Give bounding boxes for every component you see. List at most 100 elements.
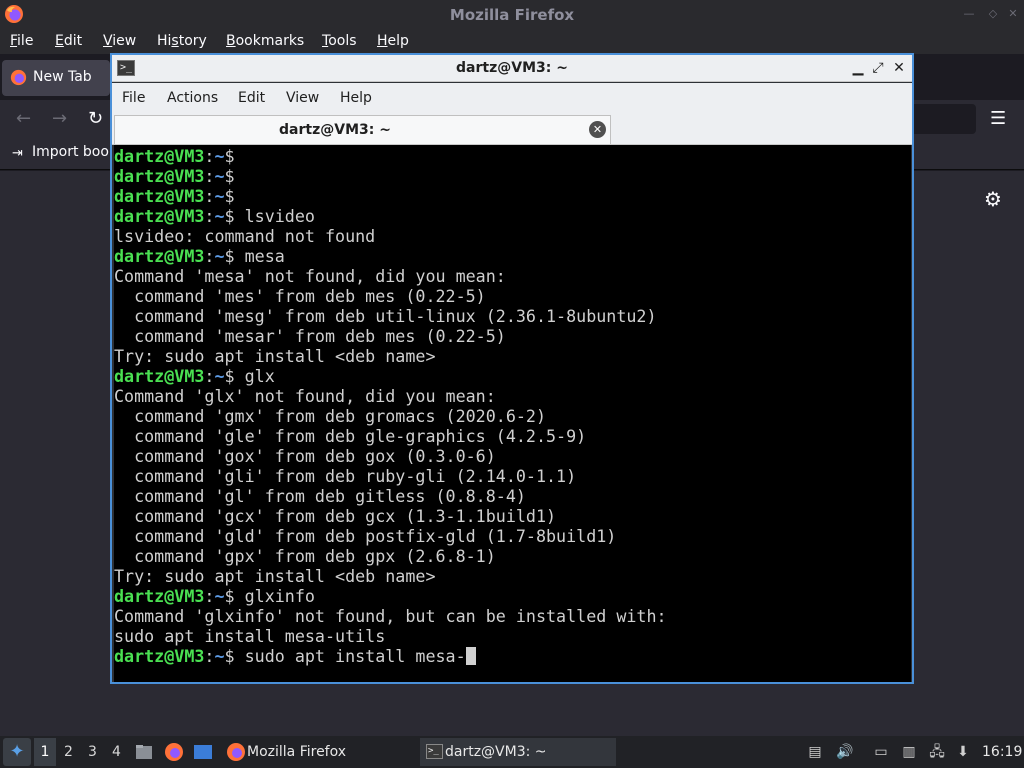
terminal-maximize-button[interactable]: ⤢ (870, 59, 886, 77)
command-text: glxinfo (234, 586, 315, 606)
output-line: command 'gli' from deb ruby-gli (2.14.0-… (114, 466, 577, 486)
notes-icon[interactable]: ▥ (900, 743, 918, 761)
command-text: lsvideo (234, 206, 315, 226)
output-line: command 'gmx' from deb gromacs (2020.6-2… (114, 406, 547, 426)
prompt-path: ~ (214, 646, 225, 666)
menu-tools[interactable]: Tools (322, 33, 357, 49)
firefox-launcher-icon[interactable] (164, 742, 184, 762)
prompt-user: dartz@VM3 (114, 366, 205, 386)
back-arrow-icon[interactable]: ← (16, 109, 31, 129)
prompt-symbol: $ (224, 166, 235, 186)
terminal-close-button[interactable]: ✕ (891, 59, 907, 77)
output-line: Try: sudo apt install <deb name> (114, 566, 436, 586)
gear-icon[interactable]: ⚙ (982, 188, 1004, 210)
workspace-1[interactable]: 1 (34, 738, 56, 766)
output-line: command 'gox' from deb gox (0.3.0-6) (114, 446, 496, 466)
terminal-tab-label: dartz@VM3: ~ (279, 122, 391, 138)
command-text: glx (234, 366, 275, 386)
prompt-user: dartz@VM3 (114, 166, 205, 186)
prompt-separator: : (204, 206, 215, 226)
prompt-line: dartz@VM3:~$ lsvideo (114, 206, 911, 226)
prompt-path: ~ (214, 366, 225, 386)
term-menu-actions[interactable]: Actions (167, 90, 218, 106)
import-bookmarks-link[interactable]: Import book (32, 144, 117, 160)
prompt-line: dartz@VM3:~$ (114, 146, 911, 166)
firefox-maximize-button[interactable]: ◇ (986, 7, 1000, 21)
terminal-window-title: dartz@VM3: ~ (456, 60, 568, 76)
menu-file-label: File (10, 33, 34, 49)
prompt-user: dartz@VM3 (114, 146, 205, 166)
menu-file[interactable]: File (10, 33, 33, 49)
output-line: command 'mesar' from deb mes (0.22-5) (114, 326, 506, 346)
desktop-icon[interactable] (193, 742, 213, 762)
firefox-window-title: Mozilla Firefox (449, 6, 575, 24)
terminal-minimize-button[interactable]: ▁ (850, 59, 866, 77)
import-icon: ⇥ (12, 146, 23, 161)
workspace-3[interactable]: 3 (88, 744, 97, 760)
firefox-titlebar: Mozilla Firefox — ◇ ✕ (0, 0, 1024, 30)
firefox-close-button[interactable]: ✕ (1006, 7, 1020, 21)
output-line: Command 'glx' not found, did you mean: (114, 386, 496, 406)
prompt-line: dartz@VM3:~$ mesa (114, 246, 911, 266)
prompt-symbol: $ (224, 206, 235, 226)
terminal-output[interactable]: dartz@VM3:~$ dartz@VM3:~$ dartz@VM3:~$ dart… (114, 145, 911, 682)
tab-label: New Tab (33, 69, 92, 85)
task-terminal[interactable]: >_ dartz@VM3: ~ (420, 738, 616, 766)
workspace-2[interactable]: 2 (64, 744, 73, 760)
output-line: command 'gle' from deb gle-graphics (4.2… (114, 426, 587, 446)
output-line: lsvideo: command not found (114, 226, 376, 246)
menu-history-label: History (157, 33, 207, 49)
output-line: Command 'glxinfo' not found, but can be … (114, 606, 667, 626)
display-icon[interactable]: ▭ (872, 743, 890, 761)
task-terminal-label: dartz@VM3: ~ (445, 744, 547, 760)
tab-close-icon[interactable]: ✕ (589, 121, 606, 138)
output-line: Try: sudo apt install <deb name> (114, 346, 436, 366)
term-menu-file[interactable]: File (122, 90, 145, 106)
text-cursor (465, 647, 476, 665)
prompt-line: dartz@VM3:~$ glx (114, 366, 911, 386)
menu-view[interactable]: View (103, 33, 136, 49)
url-bar[interactable] (910, 104, 976, 134)
prompt-symbol: $ (224, 586, 235, 606)
menu-bookmarks[interactable]: Bookmarks (226, 33, 304, 49)
menu-tools-label: Tools (322, 33, 357, 49)
menu-help[interactable]: Help (377, 33, 409, 49)
taskbar: ✦ 1 2 3 4 Mozilla Firefox >_ dartz@VM3: … (0, 736, 1024, 768)
output-line: command 'gld' from deb postfix-gld (1.7-… (114, 526, 617, 546)
term-menu-edit[interactable]: Edit (238, 90, 265, 106)
volume-icon[interactable]: 🔊 (836, 743, 854, 761)
output-line: sudo apt install mesa-utils (114, 626, 386, 646)
prompt-user: dartz@VM3 (114, 186, 205, 206)
clipboard-icon[interactable]: ▤ (806, 743, 824, 761)
workspace-4[interactable]: 4 (112, 744, 121, 760)
command-text: sudo apt install mesa- (234, 646, 466, 666)
prompt-separator: : (204, 166, 215, 186)
terminal-tab[interactable]: dartz@VM3: ~ ✕ (114, 115, 611, 144)
prompt-user: dartz@VM3 (114, 246, 205, 266)
hamburger-menu-icon[interactable]: ☰ (990, 108, 1010, 129)
tab-new-tab[interactable]: New Tab (2, 60, 110, 96)
prompt-separator: : (204, 146, 215, 166)
terminal-tabbar: dartz@VM3: ~ ✕ (112, 113, 912, 145)
prompt-symbol: $ (224, 146, 235, 166)
reload-icon[interactable]: ↻ (88, 109, 103, 129)
term-menu-help[interactable]: Help (340, 90, 372, 106)
output-line: command 'mesg' from deb util-linux (2.36… (114, 306, 657, 326)
file-manager-icon[interactable] (134, 742, 154, 762)
terminal-icon: >_ (426, 744, 443, 759)
firefox-minimize-button[interactable]: — (962, 7, 976, 21)
start-menu-icon[interactable]: ✦ (3, 738, 31, 766)
prompt-line: dartz@VM3:~$ glxinfo (114, 586, 911, 606)
firefox-tab-icon (10, 69, 27, 86)
prompt-path: ~ (214, 586, 225, 606)
term-menu-view[interactable]: View (286, 90, 319, 106)
prompt-symbol: $ (224, 186, 235, 206)
output-line: command 'gl' from deb gitless (0.8.8-4) (114, 486, 526, 506)
network-icon[interactable]: 🖧 (928, 743, 946, 761)
output-line: Command 'mesa' not found, did you mean: (114, 266, 506, 286)
menu-edit[interactable]: Edit (55, 33, 82, 49)
menu-history[interactable]: History (157, 33, 207, 49)
updates-icon[interactable]: ⬇ (954, 743, 972, 761)
task-firefox[interactable]: Mozilla Firefox (222, 738, 418, 766)
forward-arrow-icon[interactable]: → (52, 109, 67, 129)
